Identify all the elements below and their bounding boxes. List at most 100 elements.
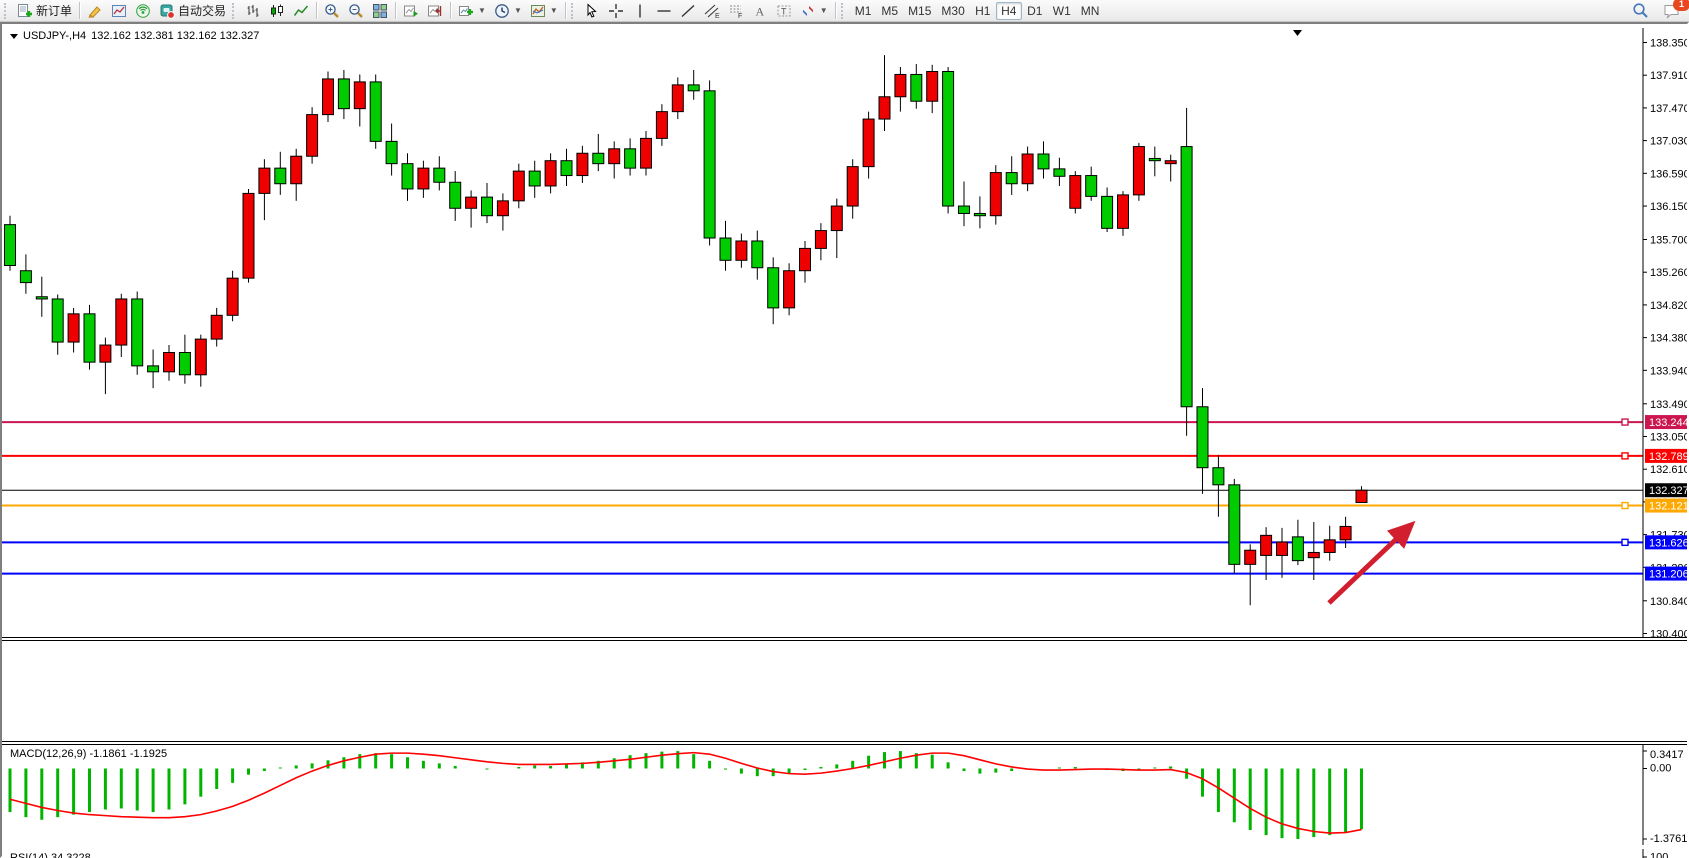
cursor-tool-button[interactable] bbox=[580, 1, 604, 21]
candle bbox=[1292, 520, 1303, 565]
candle bbox=[609, 141, 620, 178]
chart-shift-marker-icon[interactable] bbox=[1293, 30, 1302, 36]
svg-text:131.206: 131.206 bbox=[1649, 569, 1687, 581]
candle bbox=[577, 146, 588, 183]
timeframe-H4[interactable]: H4 bbox=[996, 2, 1022, 20]
candle bbox=[179, 335, 190, 384]
clock-icon bbox=[494, 3, 510, 19]
price-line-badge: 131.626 bbox=[1645, 535, 1687, 549]
label-tool-button[interactable]: T bbox=[772, 1, 796, 21]
template-button[interactable]: ▼ bbox=[526, 1, 562, 21]
candle bbox=[1102, 187, 1113, 232]
price-tick-label: 137.910 bbox=[1650, 70, 1687, 82]
crosshair-tool-button[interactable] bbox=[604, 1, 628, 21]
chart-shift-button[interactable] bbox=[423, 1, 447, 21]
price-tick-label: 132.610 bbox=[1650, 464, 1687, 476]
candle bbox=[720, 221, 731, 271]
new-order-label: 新订单 bbox=[36, 2, 72, 19]
timeframe-H1[interactable]: H1 bbox=[970, 2, 996, 20]
bar-chart-button[interactable] bbox=[241, 1, 265, 21]
timeframe-MN[interactable]: MN bbox=[1076, 2, 1105, 20]
search-button[interactable] bbox=[1628, 1, 1653, 21]
new-chart-button[interactable]: ▼ bbox=[454, 1, 490, 21]
zoom-out-icon bbox=[348, 3, 364, 19]
price-tick-label: 135.700 bbox=[1650, 234, 1687, 246]
timeframe-W1[interactable]: W1 bbox=[1048, 2, 1076, 20]
horizontal-level-line[interactable] bbox=[2, 419, 1643, 425]
timeframe-D1[interactable]: D1 bbox=[1022, 2, 1048, 20]
notifications-button[interactable]: 1 bbox=[1659, 1, 1685, 21]
candle bbox=[593, 134, 604, 171]
timeframe-M1[interactable]: M1 bbox=[850, 2, 877, 20]
candle bbox=[20, 254, 31, 293]
new-order-button[interactable]: 新订单 bbox=[13, 1, 76, 21]
arrows-tool-button[interactable]: ▼ bbox=[796, 1, 832, 21]
timeframe-M30[interactable]: M30 bbox=[936, 2, 969, 20]
pane-separator[interactable] bbox=[2, 637, 1687, 641]
toolbar-grip[interactable] bbox=[841, 3, 848, 19]
candle bbox=[5, 216, 16, 271]
macd-scale-label: 0.3417 bbox=[1650, 749, 1684, 761]
toolbar-separator bbox=[835, 2, 836, 19]
candle bbox=[927, 65, 938, 113]
styler-button[interactable] bbox=[83, 1, 107, 21]
svg-text:E: E bbox=[715, 13, 720, 19]
horizontal-line-tool-button[interactable] bbox=[652, 1, 676, 21]
autotrading-button[interactable]: 自动交易 bbox=[155, 1, 230, 21]
price-tick-label: 133.050 bbox=[1650, 431, 1687, 443]
toolbar-grip[interactable] bbox=[571, 3, 578, 19]
candle bbox=[879, 55, 890, 131]
timeframe-M15[interactable]: M15 bbox=[903, 2, 936, 20]
candle bbox=[863, 112, 874, 179]
price-tick-label: 135.260 bbox=[1650, 267, 1687, 279]
text-tool-button[interactable]: A bbox=[748, 1, 772, 21]
zoom-in-button[interactable] bbox=[320, 1, 344, 21]
price-tick-label: 136.590 bbox=[1650, 168, 1687, 180]
period-button[interactable]: ▼ bbox=[490, 1, 526, 21]
candle bbox=[100, 338, 111, 394]
candlestick-chart-button[interactable] bbox=[265, 1, 289, 21]
candle bbox=[688, 70, 699, 100]
vertical-line-tool-button[interactable] bbox=[628, 1, 652, 21]
price-tick-label: 137.470 bbox=[1650, 103, 1687, 115]
candle bbox=[434, 156, 445, 190]
candle bbox=[275, 152, 286, 195]
trendline-tool-button[interactable] bbox=[676, 1, 700, 21]
toolbar-grip[interactable] bbox=[232, 3, 239, 19]
text-icon: A bbox=[752, 3, 768, 19]
bar-chart-icon bbox=[245, 3, 261, 19]
candle bbox=[497, 193, 508, 230]
chart-window-icon bbox=[111, 3, 127, 19]
auto-scroll-button[interactable] bbox=[399, 1, 423, 21]
terminal-window: 新订单 自动交易 bbox=[0, 0, 1689, 858]
toolbar-separator bbox=[450, 2, 451, 19]
candle bbox=[895, 67, 906, 112]
price-line-badge: 133.244 bbox=[1645, 415, 1687, 429]
signals-button[interactable] bbox=[131, 1, 155, 21]
svg-text:131.626: 131.626 bbox=[1649, 537, 1687, 549]
autotrading-icon bbox=[159, 3, 175, 19]
toolbar-grip[interactable] bbox=[4, 3, 11, 19]
price-tick-label: 130.840 bbox=[1650, 596, 1687, 608]
candle bbox=[1022, 147, 1033, 192]
market-watch-button[interactable] bbox=[107, 1, 131, 21]
channel-tool-button[interactable]: E bbox=[700, 1, 724, 21]
line-chart-button[interactable] bbox=[289, 1, 313, 21]
timeframe-M5[interactable]: M5 bbox=[876, 2, 903, 20]
zoom-out-button[interactable] bbox=[344, 1, 368, 21]
horizontal-level-line[interactable] bbox=[2, 503, 1643, 509]
candle bbox=[227, 271, 238, 322]
candle bbox=[84, 305, 95, 370]
candle bbox=[307, 107, 318, 163]
price-chart-pane[interactable]: 138.350137.910137.470137.030136.590136.1… bbox=[2, 28, 1687, 637]
horizontal-level-line[interactable] bbox=[2, 453, 1643, 459]
line-chart-icon bbox=[293, 3, 309, 19]
fibonacci-tool-button[interactable]: F bbox=[724, 1, 748, 21]
equidistant-channel-icon: E bbox=[704, 3, 720, 19]
rsi-pane[interactable]: 1008050150 bbox=[2, 849, 1687, 858]
candle bbox=[243, 189, 254, 283]
pane-separator[interactable] bbox=[2, 741, 1687, 745]
candle bbox=[1261, 527, 1272, 580]
macd-pane[interactable]: 0.34170.00-1.3761 bbox=[2, 745, 1687, 845]
tile-windows-button[interactable] bbox=[368, 1, 392, 21]
